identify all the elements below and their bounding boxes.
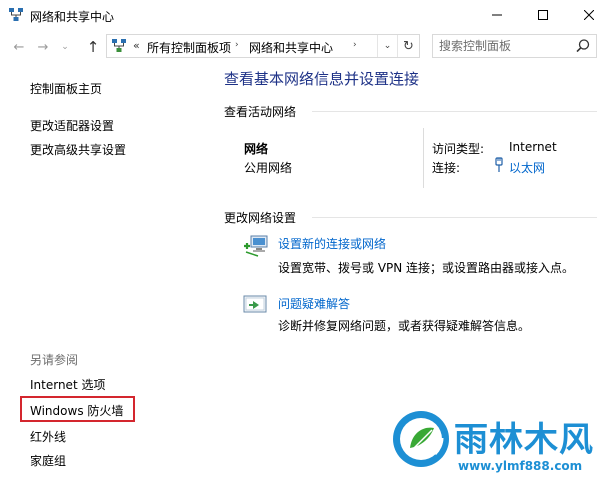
up-button[interactable]: ↑: [84, 38, 102, 56]
address-row: ← → ⌄ ↑ « 所有控制面板项 › 网络和共享中心 › ⌄ ↻: [0, 30, 612, 64]
breadcrumb-network-center[interactable]: 网络和共享中心: [249, 39, 333, 56]
breadcrumb-overflow[interactable]: «: [133, 39, 140, 52]
vertical-divider: [423, 128, 424, 188]
network-name: 网络: [244, 142, 269, 156]
page-title: 查看基本网络信息并设置连接: [224, 70, 420, 88]
connection-label: 连接:: [432, 161, 461, 175]
breadcrumb-separator[interactable]: ›: [235, 40, 239, 50]
breadcrumb-separator[interactable]: ›: [353, 40, 357, 50]
network-center-icon: [9, 8, 23, 21]
title-bar: 网络和共享中心: [0, 0, 612, 30]
see-also-infrared[interactable]: 红外线: [30, 428, 66, 445]
control-panel-icon: [112, 39, 126, 52]
minimize-icon: [492, 14, 502, 16]
search-icon[interactable]: [575, 38, 591, 54]
new-connection-icon: [244, 235, 268, 257]
address-bar[interactable]: « 所有控制面板项 › 网络和共享中心 › ⌄ ↻: [106, 34, 420, 58]
sidebar-item-advanced-sharing[interactable]: 更改高级共享设置: [30, 141, 126, 158]
forward-button[interactable]: →: [34, 38, 52, 56]
see-also-homegroup[interactable]: 家庭组: [30, 452, 66, 469]
watermark-url: www.ylmf888.com: [458, 459, 583, 473]
access-type-label: 访问类型:: [432, 142, 485, 156]
setup-new-connection-link[interactable]: 设置新的连接或网络: [278, 235, 386, 252]
active-networks-heading: 查看活动网络: [224, 105, 297, 119]
close-button[interactable]: [566, 0, 612, 30]
network-type: 公用网络: [244, 161, 293, 175]
section-divider: [312, 217, 597, 218]
maximize-icon: [538, 10, 548, 20]
back-button[interactable]: ←: [10, 38, 28, 56]
minimize-button[interactable]: [474, 0, 520, 30]
troubleshoot-icon: [243, 295, 267, 313]
breadcrumb-all-items[interactable]: 所有控制面板项: [147, 39, 231, 56]
see-also-internet-options[interactable]: Internet 选项: [30, 376, 105, 393]
change-settings-heading: 更改网络设置: [224, 211, 297, 225]
section-divider: [312, 111, 597, 112]
ethernet-plug-icon: [495, 157, 503, 172]
sidebar-item-control-panel-home[interactable]: 控制面板主页: [30, 80, 102, 97]
recent-locations-dropdown[interactable]: ⌄: [56, 38, 74, 56]
watermark-logo-icon: [393, 411, 449, 467]
maximize-button[interactable]: [520, 0, 566, 30]
refresh-button[interactable]: ↻: [397, 35, 419, 57]
see-also-windows-firewall[interactable]: Windows 防火墙: [30, 402, 123, 419]
address-dropdown[interactable]: ⌄: [377, 35, 397, 57]
watermark: 雨林木风 www.ylmf888.com: [390, 408, 605, 482]
search-input[interactable]: [439, 37, 569, 55]
watermark-brand: 雨林木风: [454, 420, 594, 460]
troubleshoot-link[interactable]: 问题疑难解答: [278, 295, 350, 312]
close-icon: [584, 10, 594, 20]
troubleshoot-desc: 诊断并修复网络问题，或者获得疑难解答信息。: [278, 319, 531, 333]
connection-ethernet-link[interactable]: 以太网: [509, 159, 545, 176]
search-box: [432, 34, 597, 58]
access-type-value: Internet: [509, 140, 557, 154]
setup-new-connection-desc: 设置宽带、拨号或 VPN 连接；或设置路由器或接入点。: [278, 261, 575, 275]
window-title: 网络和共享中心: [30, 10, 115, 24]
see-also-heading: 另请参阅: [30, 353, 79, 367]
sidebar-item-adapter-settings[interactable]: 更改适配器设置: [30, 117, 114, 134]
